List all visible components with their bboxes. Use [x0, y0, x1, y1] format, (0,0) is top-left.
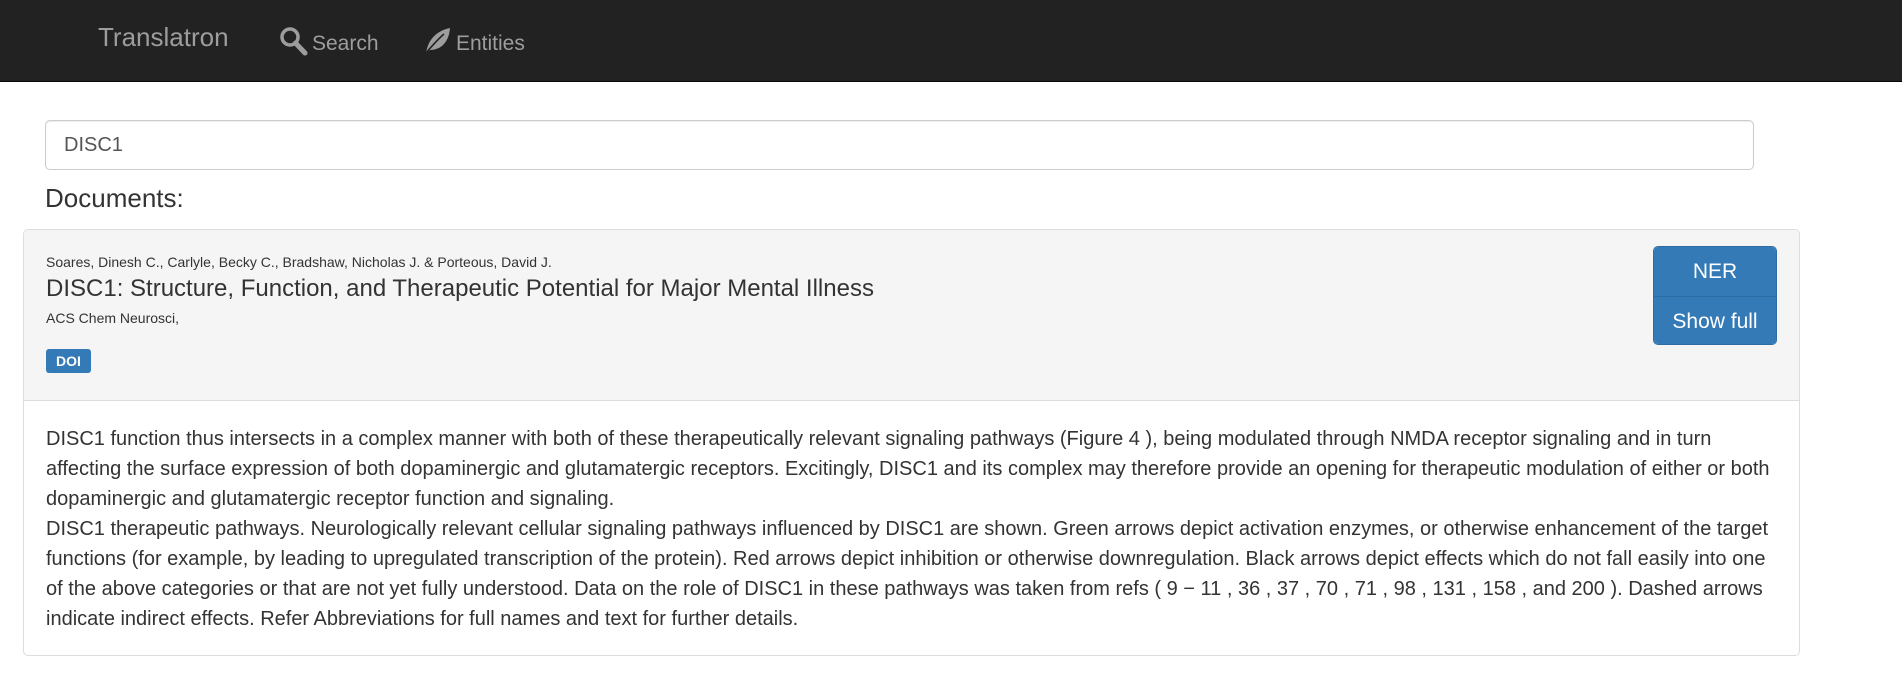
- search-icon: [279, 26, 308, 56]
- ner-button[interactable]: NER: [1654, 247, 1776, 296]
- search-input[interactable]: [46, 121, 1753, 169]
- excerpt-paragraph: DISC1 function thus intersects in a comp…: [46, 428, 1770, 510]
- document-card: Soares, Dinesh C., Carlyle, Becky C., Br…: [23, 229, 1800, 656]
- document-title: DISC1: Structure, Function, and Therapeu…: [46, 275, 874, 302]
- document-excerpt: DISC1 function thus intersects in a comp…: [46, 424, 1781, 634]
- nav-search-link[interactable]: Search: [279, 22, 379, 56]
- nav-search-label: Search: [312, 32, 379, 55]
- documents-heading: Documents:: [45, 183, 184, 213]
- document-authors: Soares, Dinesh C., Carlyle, Becky C., Br…: [46, 254, 552, 270]
- document-actions: NER Show full: [1653, 246, 1777, 345]
- nav-entities-link[interactable]: Entities: [422, 22, 525, 56]
- search-box: [45, 120, 1754, 170]
- leaf-icon: [422, 26, 452, 56]
- excerpt-paragraph: DISC1 therapeutic pathways. Neurological…: [46, 518, 1769, 630]
- show-full-button[interactable]: Show full: [1654, 296, 1776, 344]
- document-journal: ACS Chem Neurosci,: [46, 310, 180, 326]
- top-navbar: Translatron Search Entities: [0, 0, 1902, 82]
- nav-entities-label: Entities: [456, 32, 525, 55]
- doi-badge-link[interactable]: DOI: [46, 349, 91, 373]
- document-card-header: Soares, Dinesh C., Carlyle, Becky C., Br…: [24, 230, 1799, 401]
- brand-link[interactable]: Translatron: [98, 22, 229, 53]
